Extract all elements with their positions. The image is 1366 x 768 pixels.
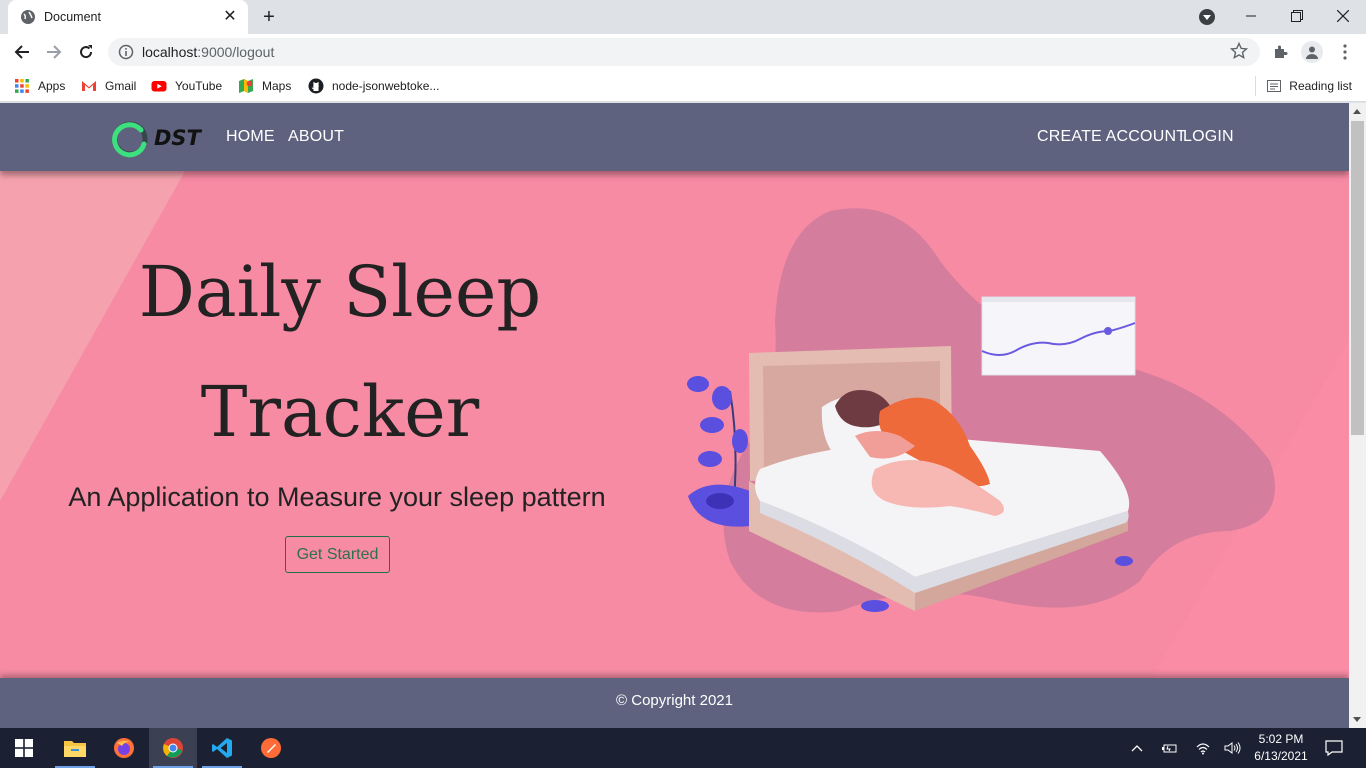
- address-bar[interactable]: localhost:9000/logout: [108, 38, 1260, 66]
- brand-logo[interactable]: DST: [110, 118, 201, 158]
- show-hidden-icons-icon[interactable]: [1128, 739, 1146, 757]
- bookmark-apps[interactable]: Apps: [14, 76, 65, 96]
- windows-logo-icon: [15, 739, 33, 757]
- close-window-icon[interactable]: [1320, 0, 1366, 32]
- globe-icon: [21, 10, 35, 24]
- bookmark-label: Apps: [38, 79, 66, 93]
- chrome-icon: [163, 738, 183, 758]
- copyright-text: © Copyright 2021: [616, 692, 733, 709]
- gmail-icon: [82, 81, 96, 91]
- reload-icon[interactable]: [74, 40, 98, 64]
- bookmark-label: YouTube: [175, 79, 223, 93]
- taskbar-chrome[interactable]: [149, 728, 197, 768]
- hero-subtitle: An Application to Measure your sleep pat…: [68, 482, 606, 512]
- github-icon: [308, 78, 324, 94]
- wifi-icon[interactable]: [1194, 739, 1212, 757]
- volume-icon[interactable]: [1224, 739, 1242, 757]
- maps-icon: [239, 79, 253, 93]
- reading-list[interactable]: Reading list: [1255, 76, 1352, 96]
- site-navbar: DST HOME ABOUT CREATE ACCOUNT LOGIN: [0, 103, 1349, 171]
- site-footer: © Copyright 2021: [0, 678, 1349, 728]
- bookmark-gmail[interactable]: Gmail: [81, 76, 136, 96]
- taskbar-postman[interactable]: [247, 728, 295, 768]
- bookmark-star-icon[interactable]: [1230, 42, 1248, 60]
- taskbar-firefox[interactable]: [100, 728, 148, 768]
- profile-avatar-icon[interactable]: [1301, 41, 1323, 63]
- minimize-icon[interactable]: [1228, 0, 1274, 32]
- windows-taskbar: 5:02 PM 6/13/2021: [0, 728, 1366, 768]
- firefox-icon: [114, 738, 134, 758]
- brand-ring-icon: [112, 121, 148, 158]
- menu-kebab-icon[interactable]: [1335, 42, 1355, 62]
- browser-toolbar: localhost:9000/logout: [0, 34, 1366, 70]
- bookmark-maps[interactable]: Maps: [238, 76, 291, 96]
- vscode-icon: [212, 738, 232, 758]
- close-tab-icon[interactable]: ✕: [220, 7, 240, 27]
- bookmark-label: node-jsonwebtoke...: [332, 79, 440, 93]
- notifications-icon[interactable]: [1324, 739, 1344, 757]
- url-host: localhost: [142, 44, 198, 60]
- bookmark-label: Gmail: [105, 79, 137, 93]
- sleeping-woman-illustration: [687, 208, 1275, 613]
- restore-icon[interactable]: [1274, 0, 1320, 32]
- nav-about[interactable]: ABOUT: [288, 128, 344, 146]
- scroll-up-icon[interactable]: [1353, 109, 1361, 114]
- hero-section: Daily Sleep Tracker An Application to Me…: [0, 171, 1349, 681]
- taskbar-clock[interactable]: 5:02 PM 6/13/2021: [1248, 731, 1314, 765]
- start-button[interactable]: [0, 728, 48, 768]
- clock-time: 5:02 PM: [1258, 732, 1304, 746]
- bookmarks-separator: [1255, 76, 1257, 96]
- tab-strip: Document ✕ +: [0, 0, 1366, 34]
- browser-tab[interactable]: Document ✕: [8, 0, 248, 34]
- nav-login[interactable]: LOGIN: [1183, 128, 1234, 146]
- taskbar-vscode[interactable]: [198, 728, 246, 768]
- nav-create-account[interactable]: CREATE ACCOUNT: [1037, 128, 1186, 146]
- file-explorer-icon: [64, 741, 86, 757]
- reading-list-label: Reading list: [1289, 79, 1352, 93]
- scroll-thumb[interactable]: [1351, 121, 1364, 435]
- reading-list-icon: [1267, 80, 1282, 92]
- page-scrollbar[interactable]: [1349, 103, 1366, 728]
- back-icon[interactable]: [10, 40, 34, 64]
- postman-icon: [261, 738, 281, 758]
- battery-icon[interactable]: [1160, 739, 1178, 757]
- bookmark-github[interactable]: node-jsonwebtoke...: [308, 76, 439, 96]
- site-info-icon[interactable]: [118, 44, 134, 60]
- tab-search-icon[interactable]: [1199, 9, 1215, 25]
- apps-grid-icon: [15, 79, 29, 93]
- bookmark-youtube[interactable]: YouTube: [151, 76, 222, 96]
- hero-title-line2: Tracker: [200, 371, 480, 453]
- page-viewport: DST HOME ABOUT CREATE ACCOUNT LOGIN Dail…: [0, 103, 1349, 728]
- hero-title-line1: Daily Sleep: [138, 251, 542, 333]
- new-tab-icon[interactable]: +: [258, 6, 280, 28]
- brand-name: DST: [154, 126, 201, 150]
- taskbar-file-explorer[interactable]: [51, 728, 99, 768]
- url-path: :9000/logout: [197, 44, 275, 60]
- bookmarks-bar: Apps Gmail YouTube Maps node-jsonwebtoke…: [0, 70, 1366, 102]
- url-text[interactable]: localhost:9000/logout: [142, 44, 274, 60]
- scroll-down-icon[interactable]: [1353, 717, 1361, 722]
- extensions-icon[interactable]: [1270, 42, 1290, 62]
- bookmark-label: Maps: [262, 79, 292, 93]
- forward-icon[interactable]: [42, 40, 66, 64]
- clock-date: 6/13/2021: [1254, 749, 1308, 763]
- get-started-button[interactable]: Get Started: [285, 536, 390, 573]
- youtube-icon: [151, 81, 167, 92]
- tab-title: Document: [44, 10, 101, 24]
- nav-home[interactable]: HOME: [226, 128, 275, 146]
